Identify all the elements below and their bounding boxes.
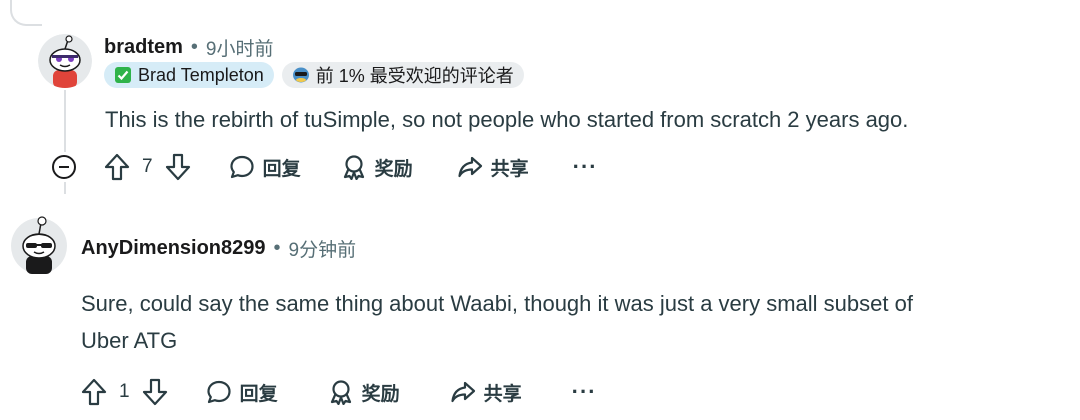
upvote-icon [104, 153, 130, 181]
comment-actions: 7 回复 奖励 共享 ··· [104, 153, 598, 181]
share-label: 共享 [483, 383, 522, 405]
upvote-button[interactable] [81, 378, 107, 406]
award-icon [330, 380, 351, 405]
username[interactable]: AnyDimension8299 [81, 237, 266, 260]
more-options-button[interactable]: ··· [573, 154, 598, 180]
timestamp[interactable]: 9分钟前 [289, 235, 357, 262]
avatar-bradtem[interactable] [38, 34, 92, 88]
user-flairs: Brad Templeton 前 1% 最受欢迎的评论者 [104, 62, 524, 88]
minus-icon [59, 166, 69, 168]
collapse-thread-button[interactable] [52, 155, 76, 179]
award-icon [343, 155, 364, 180]
share-icon [451, 381, 475, 403]
avatar-anydimension8299[interactable] [10, 214, 68, 274]
upvote-button[interactable] [104, 153, 130, 181]
vote-count: 1 [119, 381, 130, 402]
comment-body-line: Uber ATG [81, 328, 178, 353]
share-button[interactable]: 共享 [450, 379, 522, 406]
flair-text: 前 1% 最受欢迎的评论者 [315, 66, 514, 86]
vote-count: 7 [142, 156, 153, 177]
reply-label: 回复 [239, 383, 278, 405]
share-label: 共享 [490, 158, 529, 180]
share-button[interactable]: 共享 [457, 154, 529, 181]
flair-verified-name: Brad Templeton [104, 62, 274, 88]
check-icon [114, 66, 132, 84]
flair-top-commenter: 前 1% 最受欢迎的评论者 [281, 62, 524, 88]
downvote-icon [165, 153, 190, 181]
comment-body-line: Sure, could say the same thing about Waa… [81, 291, 913, 316]
comment-bubble-icon [206, 380, 231, 404]
comment-body: Sure, could say the same thing about Waa… [81, 285, 1071, 359]
award-label: 奖励 [374, 158, 413, 180]
share-icon [458, 156, 482, 178]
reply-label: 回复 [262, 158, 301, 180]
award-button[interactable]: 奖励 [341, 154, 413, 181]
comment-body: This is the rebirth of tuSimple, so not … [105, 107, 909, 132]
flair-text: Brad Templeton [138, 64, 264, 85]
snoo-avatar-icon [11, 216, 67, 274]
separator-dot: • [273, 237, 281, 259]
thread-connector-curve [10, 0, 42, 26]
comment-meta: bradtem • 9小时前 [104, 34, 274, 61]
upvote-icon [81, 378, 107, 406]
top-commenter-icon [292, 66, 310, 84]
thread-line [64, 90, 66, 152]
comment-actions: 1 回复 奖励 共享 ··· [81, 378, 597, 406]
timestamp[interactable]: 9小时前 [206, 34, 274, 61]
username[interactable]: bradtem [104, 36, 183, 59]
downvote-button[interactable] [165, 153, 191, 181]
comment-meta: AnyDimension8299 • 9分钟前 [81, 235, 356, 262]
snoo-avatar-icon [38, 34, 92, 88]
more-options-button[interactable]: ··· [572, 379, 597, 405]
comment-bubble-icon [229, 155, 254, 179]
downvote-button[interactable] [142, 378, 168, 406]
separator-dot: • [190, 36, 198, 58]
downvote-icon [142, 378, 167, 406]
award-label: 奖励 [361, 383, 400, 405]
reply-button[interactable]: 回复 [229, 154, 301, 181]
thread-line-lower [64, 182, 66, 194]
award-button[interactable]: 奖励 [328, 379, 400, 406]
reply-button[interactable]: 回复 [206, 379, 278, 406]
